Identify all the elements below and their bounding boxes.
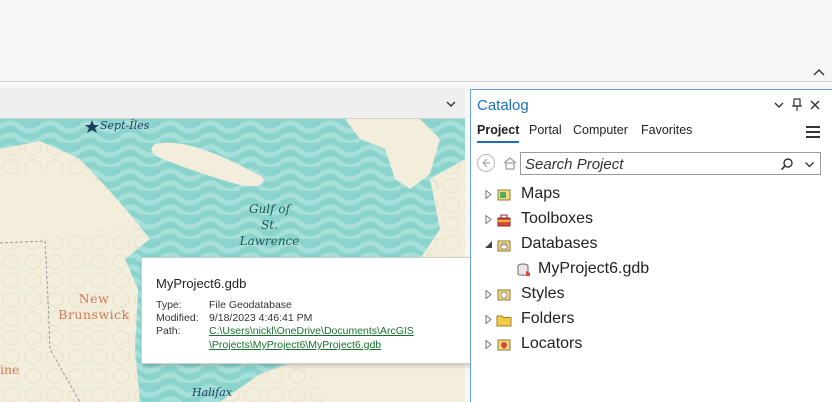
- tooltip-type-row: Type: File Geodatabase: [156, 299, 292, 311]
- item-tooltip: MyProject6.gdb Type: File Geodatabase Mod…: [141, 257, 476, 364]
- tab-project[interactable]: Project: [477, 123, 520, 143]
- menu-icon[interactable]: [806, 126, 820, 138]
- tree-item-locators[interactable]: Locators: [484, 334, 784, 356]
- database-icon: [497, 240, 511, 252]
- expand-arrow-icon[interactable]: [484, 290, 493, 299]
- folder-icon: [496, 315, 512, 327]
- tooltip-title: MyProject6.gdb: [156, 276, 247, 291]
- map-tab-bar: [0, 88, 465, 119]
- tooltip-modified-row: Modified: 9/18/2023 4:46:41 PM: [156, 312, 312, 324]
- pane-options-icon[interactable]: [772, 97, 786, 113]
- map-label-gulf-line1: Gulf of: [248, 202, 291, 216]
- back-button[interactable]: [477, 154, 495, 172]
- map-label-gulf-line2: St.: [261, 218, 278, 232]
- tree-item-folders[interactable]: Folders: [484, 309, 784, 331]
- tree-item-myproject6-gdb[interactable]: MyProject6.gdb: [516, 259, 786, 281]
- collapse-ribbon-icon[interactable]: [812, 66, 826, 80]
- expand-arrow-icon[interactable]: [484, 215, 493, 224]
- tooltip-path-label: Path:: [156, 325, 181, 337]
- map-icon: [497, 189, 511, 201]
- expand-arrow-icon[interactable]: [484, 190, 493, 199]
- toolbox-icon: [497, 214, 511, 227]
- search-icon[interactable]: [780, 157, 794, 171]
- map-label-maine: ine: [0, 362, 20, 377]
- tooltip-type-value: File Geodatabase: [209, 299, 292, 311]
- tree-item-databases[interactable]: Databases: [484, 234, 784, 256]
- tree-item-styles[interactable]: Styles: [484, 284, 784, 306]
- tree-item-label: Maps: [521, 185, 561, 202]
- locator-icon: [497, 339, 511, 351]
- chevron-down-icon[interactable]: [445, 98, 457, 110]
- tooltip-modified-value: 9/18/2023 4:46:41 PM: [209, 312, 313, 324]
- chevron-down-icon[interactable]: [804, 159, 815, 170]
- expand-arrow-icon[interactable]: [484, 315, 493, 324]
- tooltip-path-link-line2[interactable]: \Projects\MyProject6\MyProject6.gdb: [209, 339, 381, 351]
- close-icon[interactable]: [808, 97, 822, 113]
- map-label-new-brunswick: New Brunswick: [52, 291, 136, 323]
- pin-icon[interactable]: [790, 97, 804, 113]
- ribbon: [0, 0, 832, 82]
- style-icon: [497, 289, 511, 301]
- tooltip-type-label: Type:: [156, 299, 182, 311]
- catalog-pane: Catalog Project Portal Computer Favorite…: [470, 89, 832, 402]
- tree-item-label: Folders: [521, 310, 575, 327]
- map-label-gulf: Gulf of St. Lawrence: [232, 201, 307, 249]
- tree-item-label: Styles: [521, 285, 565, 302]
- tree-item-maps[interactable]: Maps: [484, 184, 784, 206]
- map-label-halifax: Halifax: [192, 386, 233, 399]
- tab-favorites[interactable]: Favorites: [641, 123, 692, 137]
- tooltip-path-link[interactable]: C:\Users\nickl\OneDrive\Documents\ArcGIS: [209, 325, 414, 337]
- tree-item-label: Locators: [521, 335, 583, 352]
- map-label-nb-line2: Brunswick: [58, 307, 130, 322]
- search-box: [520, 152, 821, 175]
- search-input[interactable]: [525, 155, 775, 173]
- collapse-arrow-icon[interactable]: [484, 240, 493, 249]
- tooltip-path-row: Path: C:\Users\nickl\OneDrive\Documents\A…: [156, 325, 414, 337]
- geodatabase-icon: [517, 263, 530, 276]
- tree-item-label: Toolboxes: [521, 210, 594, 227]
- tab-portal[interactable]: Portal: [529, 123, 562, 137]
- tree-item-label: Databases: [521, 235, 598, 252]
- tree-item-toolboxes[interactable]: Toolboxes: [484, 209, 784, 231]
- tree-item-label: MyProject6.gdb: [538, 260, 650, 277]
- arrow-left-icon: [482, 158, 490, 168]
- home-icon[interactable]: [502, 155, 518, 171]
- expand-arrow-icon[interactable]: [484, 340, 493, 349]
- map-label-gulf-line3: Lawrence: [239, 234, 300, 248]
- catalog-title: Catalog: [477, 97, 529, 114]
- tooltip-modified-label: Modified:: [156, 312, 199, 324]
- tab-computer[interactable]: Computer: [573, 123, 628, 137]
- map-label-nb-line1: New: [78, 291, 110, 306]
- map-label-sept-iles: Sept-Îles: [100, 119, 150, 132]
